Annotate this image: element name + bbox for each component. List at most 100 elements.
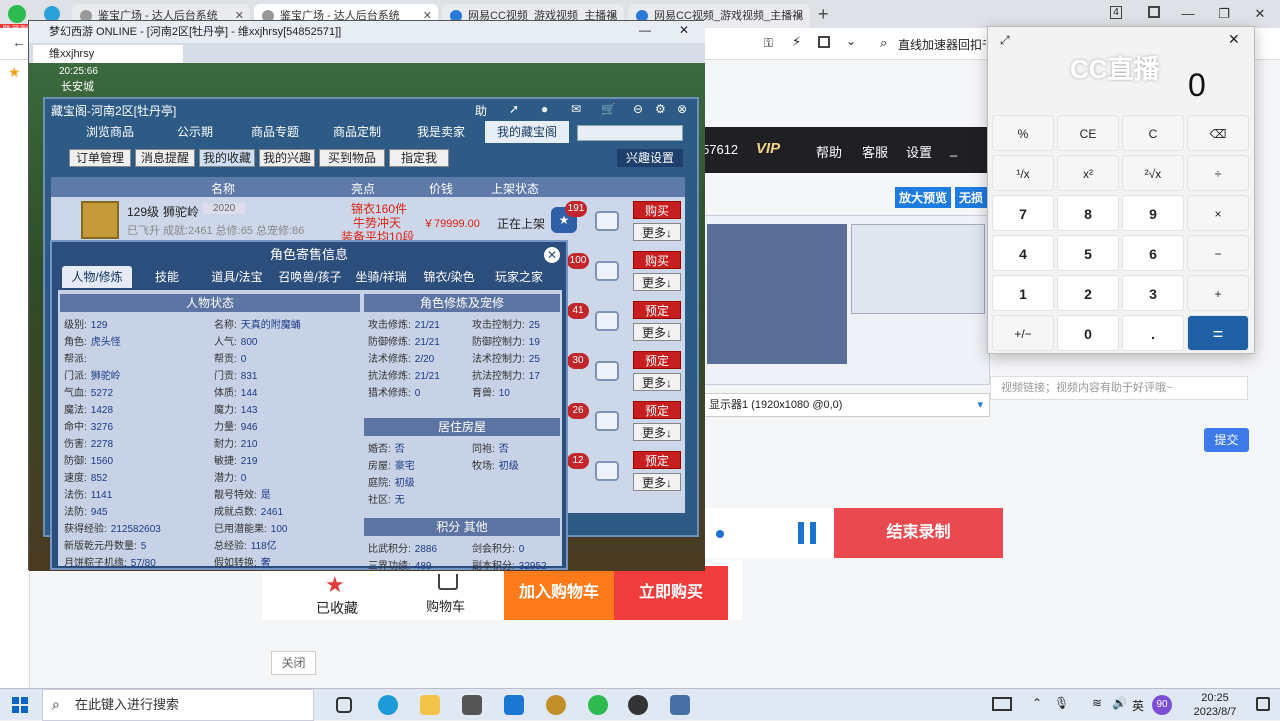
preorder-button[interactable]: 预定 [633,351,681,369]
buy-now-button[interactable]: 立即购买 [614,566,728,620]
buy-button[interactable]: 购买 [633,201,681,219]
sub-favorites[interactable]: 我的收藏 [199,149,255,167]
more-button[interactable]: 更多↓ [633,223,681,241]
calc-key[interactable]: ⌫ [1187,115,1249,151]
close-button[interactable]: 关闭 [271,651,316,675]
menu-help[interactable]: 帮助 [816,142,842,161]
more-button[interactable]: 更多↓ [633,273,681,291]
notification-icon[interactable] [1256,697,1270,711]
tab-browse[interactable]: 浏览商品 [65,121,155,143]
comment-input[interactable]: 视频链接；视频内容有助于好评哦~ [990,376,1248,400]
sub-notify[interactable]: 消息提醒 [135,149,195,167]
close-icon[interactable]: ⊗ [677,102,687,116]
chat-icon[interactable]: ✉ [571,102,581,116]
calc-key[interactable]: 6 [1122,235,1184,271]
tab-public[interactable]: 公示期 [155,121,235,143]
display-select[interactable]: 显示器1 (1920x1080 @0,0) ▾ [700,393,990,417]
task-view-icon[interactable] [336,697,352,713]
tab-my-cangbao[interactable]: 我的藏宝阁 [485,121,569,143]
interest-settings-button[interactable]: 兴趣设置 [617,149,683,167]
calc-key[interactable]: × [1187,195,1249,231]
submit-button[interactable]: 提交 [1204,428,1249,452]
buy-button[interactable]: 购买 [633,251,681,269]
vip-badge[interactable]: VIP [756,140,780,157]
volume-icon[interactable]: 🔊 [1112,696,1127,710]
calc-key[interactable]: +/− [992,315,1054,351]
more-button[interactable]: 更多↓ [633,423,681,441]
store-icon[interactable] [462,695,482,715]
lossless-button[interactable]: 无损 [955,187,988,208]
minimize-icon[interactable]: _ [950,142,957,157]
calc-key[interactable]: 9 [1122,195,1184,231]
preorder-button[interactable]: 预定 [633,401,681,419]
end-record-button[interactable]: 结束录制 [834,508,1003,558]
notification-badge[interactable]: 90 [1152,695,1172,715]
minimize-button[interactable]: — [1168,0,1208,28]
cart-icon[interactable] [595,361,619,381]
calc-key[interactable]: − [1187,235,1249,271]
settings-icon[interactable]: ⚙ [655,102,666,116]
close-icon[interactable]: ✕ [795,4,804,28]
cart-icon[interactable] [595,311,619,331]
grid-icon[interactable] [818,36,830,48]
add-to-cart-button[interactable]: 加入购物车 [504,566,614,620]
calculator-icon[interactable] [670,695,690,715]
ime-indicator[interactable]: 英 [1132,697,1144,714]
menu-settings[interactable]: 设置 [906,142,932,161]
taskbar-clock[interactable]: 20:25 2023/8/7 [1180,689,1250,719]
more-button[interactable]: 更多↓ [633,373,681,391]
calc-key[interactable]: 7 [992,195,1054,231]
search-input[interactable]: 直线加速器回扣千万 [898,36,986,53]
new-tab-button[interactable]: + [818,4,829,25]
close-window-button[interactable]: ✕ [1240,0,1280,28]
more-button[interactable]: 更多↓ [633,473,681,491]
cart-icon[interactable]: 🛒 [601,102,616,116]
calc-key[interactable]: 1 [992,275,1054,311]
close-icon[interactable]: ✕ [1228,31,1240,48]
calc-key[interactable]: 0 [1057,315,1119,351]
role-tab-person[interactable]: 人物/修炼 [62,266,132,288]
calc-key[interactable]: 3 [1122,275,1184,311]
cart-icon[interactable] [595,461,619,481]
tab-topics[interactable]: 商品专题 [235,121,315,143]
menu-service[interactable]: 客服 [862,142,888,161]
bolt-icon[interactable]: ⚡ [792,34,801,50]
preorder-button[interactable]: 预定 [633,451,681,469]
calc-key[interactable]: 4 [992,235,1054,271]
favorite-star-icon[interactable]: ★ [325,572,345,598]
cart-icon[interactable] [595,211,619,231]
sub-designated[interactable]: 指定我 [389,149,449,167]
role-tab-items[interactable]: 道具/法宝 [204,266,270,288]
calc-key[interactable]: x² [1057,155,1119,191]
role-tab-clothes[interactable]: 锦衣/染色 [418,266,480,288]
role-tab-pets[interactable]: 召唤兽/孩子 [274,266,346,288]
windows-start-icon[interactable] [12,697,28,713]
close-icon[interactable]: ✕ [544,247,560,263]
shirt-icon[interactable] [1148,6,1160,18]
preorder-button[interactable]: 预定 [633,301,681,319]
calc-key[interactable]: CE [1057,115,1119,151]
key-icon[interactable]: ⚿ [764,36,773,51]
sub-bought[interactable]: 买到物品 [319,149,385,167]
role-tab-skills[interactable]: 技能 [142,266,192,288]
pause-button[interactable] [798,522,818,544]
cangbao-search-input[interactable] [577,125,683,141]
calc-key[interactable]: = [1187,315,1249,351]
calc-key[interactable]: 2 [1057,275,1119,311]
role-tab-home[interactable]: 玩家之家 [486,266,552,288]
game-minimize-button[interactable]: — [639,23,651,37]
network-icon[interactable]: ≋ [1092,696,1102,710]
progress-dot[interactable] [716,530,724,538]
calc-key[interactable]: C [1122,115,1184,151]
game-account-tab[interactable]: 维xxjhrsy [33,45,183,63]
calc-key[interactable]: . [1122,315,1184,351]
game-app-icon[interactable] [546,695,566,715]
expand-icon[interactable]: ⤢ [1000,33,1010,48]
recorder-icon[interactable] [628,695,648,715]
sub-interests[interactable]: 我的兴趣 [259,149,315,167]
star-icon[interactable]: ★ [8,64,21,81]
chevron-up-icon[interactable]: ⌃ [1032,696,1042,710]
chevron-down-icon[interactable]: ⌄ [846,34,856,48]
folder-icon[interactable] [420,695,440,715]
edge-icon[interactable] [378,695,398,715]
